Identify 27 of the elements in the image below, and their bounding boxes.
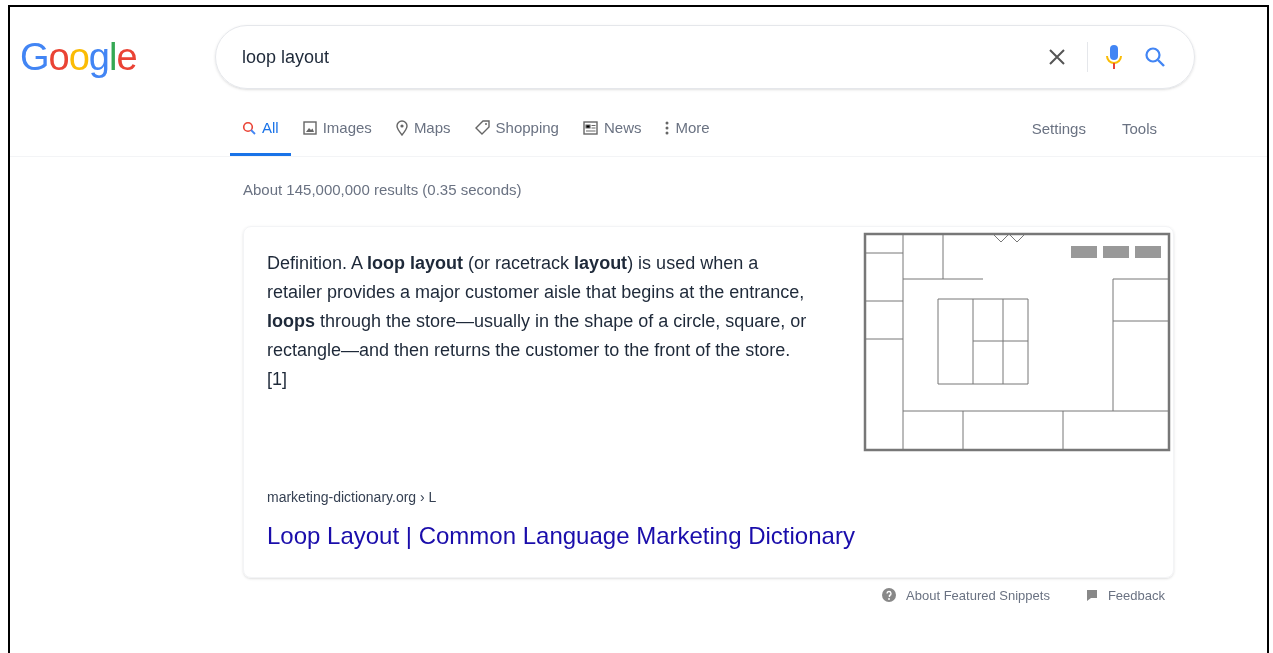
search-tab[interactable]: Images [290, 116, 384, 156]
newspaper-icon [582, 120, 598, 135]
search-icon[interactable] [1144, 46, 1166, 68]
google-logo[interactable]: Google [20, 38, 215, 76]
tool-link[interactable]: Settings [1031, 117, 1086, 140]
close-icon[interactable] [1047, 47, 1067, 67]
map-pin-icon [395, 119, 408, 136]
search-icon [242, 120, 256, 135]
search-tab[interactable]: News [570, 116, 654, 156]
result-title-link[interactable]: Loop Layout | Common Language Marketing Dictionary [267, 517, 855, 554]
footer-link[interactable]: Feedback [1085, 585, 1165, 605]
microphone-icon[interactable] [1106, 44, 1122, 70]
image-icon [302, 120, 317, 135]
help-icon [882, 588, 897, 603]
search-query: loop layout [242, 45, 330, 69]
tool-link[interactable]: Tools [1121, 117, 1157, 140]
search-tab[interactable]: More [653, 116, 722, 156]
search-tab[interactable]: Maps [383, 116, 463, 156]
search-tab[interactable]: All [230, 116, 291, 156]
definition-text: Definition. A loop layout (or racetrack layout) is used when a retailer provides a major customer aisle that begins at the entrance, loops through the store—usually in the shape of a circle, square, or rectangle—and then returns the customer to the front of the store. [1] [267, 251, 808, 391]
more-dots-icon [665, 120, 670, 135]
footer-link[interactable]: About Featured Snippets [882, 585, 1050, 605]
search-tab[interactable]: Shopping [462, 116, 571, 156]
flag-icon [1085, 588, 1098, 602]
breadcrumb: marketing-dictionary.org › L [267, 487, 438, 507]
result-stats: About 145,000,000 results (0.35 seconds) [243, 180, 523, 200]
tag-icon [474, 120, 490, 136]
